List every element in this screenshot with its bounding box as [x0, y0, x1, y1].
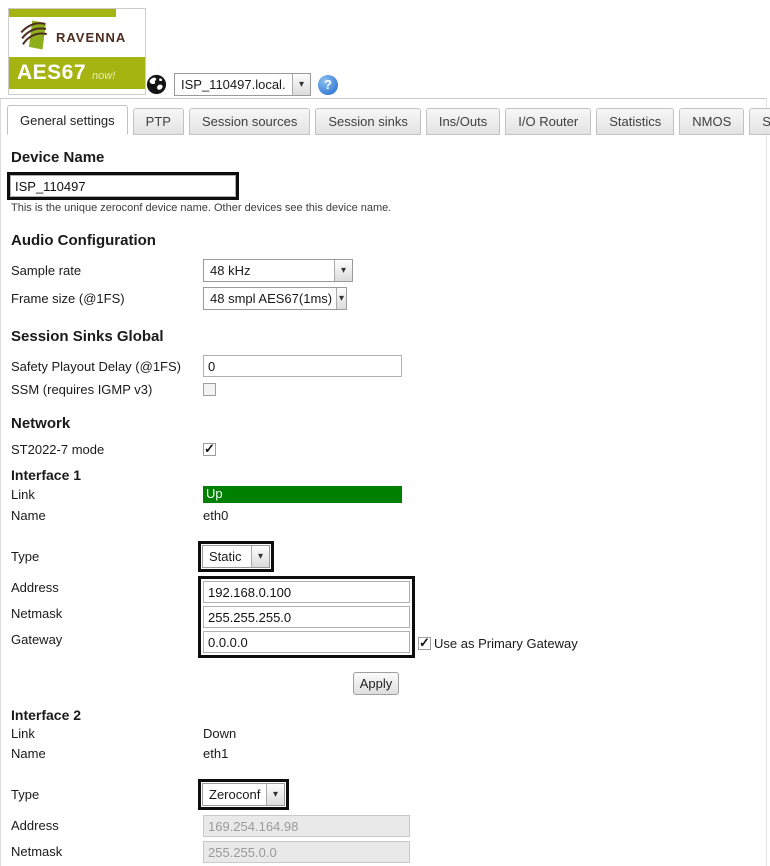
interface2-link-label: Link	[11, 726, 35, 741]
ssm-checkbox[interactable]	[203, 383, 216, 396]
tab-statistics[interactable]: Statistics	[596, 108, 675, 135]
device-selector[interactable]: ISP_110497.local.	[174, 73, 311, 96]
device-name-input[interactable]	[10, 175, 236, 197]
network-heading: Network	[11, 415, 71, 432]
interface2-type-value: Zeroconf	[209, 787, 261, 802]
frame-size-value: 48 smpl AES67(1ms)	[210, 291, 333, 306]
session-sinks-global-heading: Session Sinks Global	[11, 328, 164, 345]
interface1-address-label: Address	[11, 580, 59, 595]
interface1-address-input[interactable]	[203, 581, 410, 603]
interface1-type-label: Type	[11, 549, 40, 564]
tab-bar: General settings PTP Session sources Ses…	[1, 99, 770, 135]
interface2-type-label: Type	[11, 787, 40, 802]
tab-io-router[interactable]: I/O Router	[505, 108, 592, 135]
help-icon[interactable]: ?	[318, 74, 338, 95]
ravenna-logo: RAVENNA AES67 now!	[8, 8, 146, 95]
interface1-link-status: Up	[203, 486, 402, 503]
device-name-highlight	[7, 172, 239, 200]
interface2-link-status: Down	[203, 726, 237, 741]
globe-icon	[146, 74, 167, 95]
interface-1-heading: Interface 1	[11, 467, 82, 483]
sample-rate-select[interactable]: 48 kHz	[203, 259, 353, 282]
st2022-7-mode-checkbox[interactable]	[203, 441, 216, 457]
ravenna-logo-icon	[19, 18, 49, 57]
interface2-address-label: Address	[11, 818, 59, 833]
interface1-primary-gateway-label: Use as Primary Gateway	[434, 636, 578, 651]
interface2-name-value: eth1	[203, 746, 229, 761]
interface1-netmask-label: Netmask	[11, 606, 63, 621]
brand-tagline: now!	[92, 70, 116, 82]
audio-configuration-heading: Audio Configuration	[11, 232, 156, 249]
interface1-netmask-input[interactable]	[203, 606, 410, 628]
interface1-gateway-label: Gateway	[11, 632, 63, 647]
interface1-primary-gateway-checkbox[interactable]	[418, 635, 431, 651]
brand-product: AES67	[17, 61, 87, 84]
content-frame: General settings PTP Session sources Ses…	[0, 98, 770, 866]
chevron-down-icon[interactable]	[292, 74, 310, 95]
interface2-name-label: Name	[11, 746, 46, 761]
interface1-apply-button[interactable]: Apply	[353, 672, 399, 695]
sample-rate-value: 48 kHz	[210, 263, 251, 278]
safety-playout-delay-input[interactable]	[203, 355, 402, 377]
tab-general-settings[interactable]: General settings	[7, 105, 128, 135]
tab-session-sources[interactable]: Session sources	[188, 108, 311, 135]
frame-size-select[interactable]: 48 smpl AES67(1ms)	[203, 287, 347, 310]
page-header: RAVENNA AES67 now! ISP_110497.local. ?	[0, 0, 770, 98]
chevron-down-icon[interactable]	[251, 546, 269, 567]
interface1-type-select[interactable]: Static	[202, 545, 270, 568]
frame-size-label: Frame size (@1FS)	[11, 291, 125, 306]
tab-ins-outs[interactable]: Ins/Outs	[425, 108, 501, 135]
safety-playout-delay-label: Safety Playout Delay (@1FS)	[11, 358, 181, 374]
interface2-netmask-label: Netmask	[11, 844, 63, 859]
device-name-help: This is the unique zeroconf device name.…	[11, 202, 392, 214]
interface-2-heading: Interface 2	[11, 707, 82, 723]
tab-system[interactable]: System	[749, 108, 770, 135]
interface1-link-label: Link	[11, 487, 35, 502]
logo-top-strip	[9, 9, 116, 17]
chevron-down-icon[interactable]	[336, 288, 346, 309]
brand-name: RAVENNA	[56, 29, 127, 45]
interface2-type-select[interactable]: Zeroconf	[202, 783, 285, 806]
tab-session-sinks[interactable]: Session sinks	[315, 108, 421, 135]
st2022-7-mode-label: ST2022-7 mode	[11, 442, 105, 457]
ssm-label: SSM (requires IGMP v3)	[11, 382, 153, 397]
interface2-address-input	[203, 815, 410, 837]
interface2-type-highlight: Zeroconf	[198, 779, 289, 810]
interface1-address-highlight: Use as Primary Gateway	[198, 576, 578, 658]
interface1-name-label: Name	[11, 508, 46, 523]
interface1-name-value: eth0	[203, 508, 229, 523]
chevron-down-icon[interactable]	[266, 784, 284, 805]
interface1-type-value: Static	[209, 549, 242, 564]
tab-nmos[interactable]: NMOS	[679, 108, 745, 135]
sample-rate-label: Sample rate	[11, 263, 82, 278]
interface2-netmask-input	[203, 841, 410, 863]
interface1-gateway-input[interactable]	[203, 631, 410, 653]
tab-ptp[interactable]: PTP	[132, 108, 184, 135]
chevron-down-icon[interactable]	[334, 260, 352, 281]
device-name-heading: Device Name	[11, 149, 105, 166]
device-selector-value: ISP_110497.local.	[181, 77, 286, 92]
interface1-type-highlight: Static	[198, 541, 274, 572]
